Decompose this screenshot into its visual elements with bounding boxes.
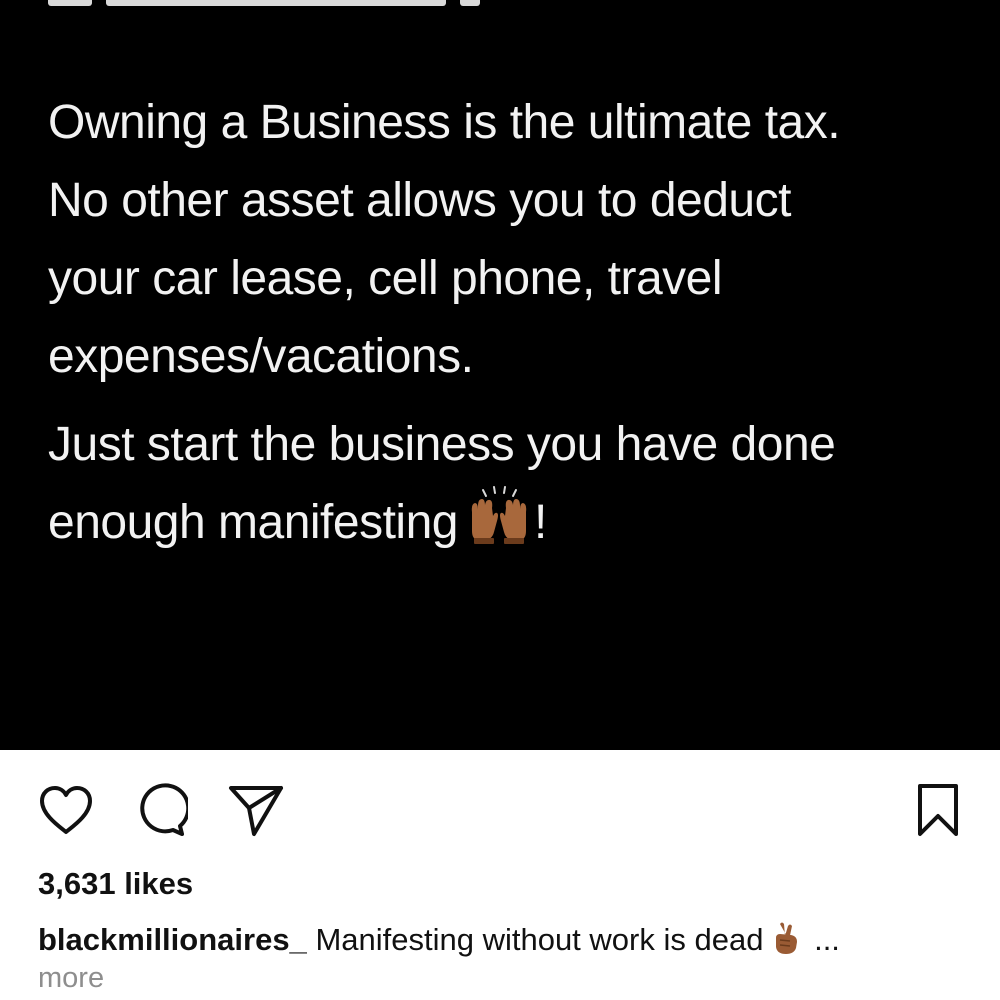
post-line: No other asset allows you to deduct <box>48 174 791 227</box>
bookmark-icon[interactable] <box>908 780 968 840</box>
post-paragraph-1: Owning a Business is the ultimate tax. N… <box>48 84 968 396</box>
post-line: expenses/vacations. <box>48 330 474 383</box>
post-line: Just start the business you have done <box>48 418 836 471</box>
caption-text: Manifesting without work is dead <box>315 922 764 957</box>
caption: blackmillionaires_ Manifesting without w… <box>38 920 968 964</box>
post-image[interactable]: Owning a Business is the ultimate tax. N… <box>0 0 1000 750</box>
post-line: your car lease, cell phone, travel <box>48 252 723 305</box>
post-line-text: ! <box>533 496 547 549</box>
post-line: enough manifesting ! <box>48 484 968 568</box>
likes-count[interactable]: 3,631 likes <box>38 866 193 902</box>
post-line: Owning a Business is the ultimate tax. <box>48 96 841 149</box>
share-icon[interactable] <box>226 780 286 840</box>
instagram-post: Owning a Business is the ultimate tax. N… <box>0 0 1000 1000</box>
caption-ellipsis: ... <box>814 922 840 957</box>
cut-off-header <box>48 0 480 6</box>
crossed-fingers-emoji <box>771 920 801 964</box>
post-paragraph-2: Just start the business you have done en… <box>48 406 968 568</box>
post-text: Owning a Business is the ultimate tax. N… <box>48 84 968 568</box>
post-line-text: enough manifesting <box>48 496 458 549</box>
more-link[interactable]: more <box>38 962 104 995</box>
comment-icon[interactable] <box>130 780 190 840</box>
caption-username[interactable]: blackmillionaires_ <box>38 922 307 957</box>
action-bar <box>0 750 1000 870</box>
raising-hands-emoji <box>466 486 532 568</box>
heart-icon[interactable] <box>36 780 96 840</box>
